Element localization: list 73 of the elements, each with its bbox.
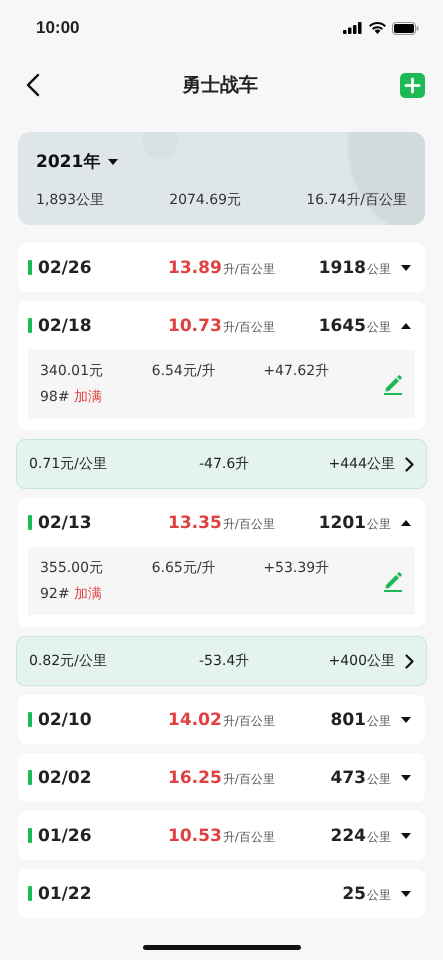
record-date: 02/02 (38, 768, 92, 788)
page-title: 勇士战车 (182, 73, 258, 98)
distance-change: +444公里 (328, 455, 395, 473)
expand-caret-icon[interactable] (401, 774, 411, 780)
battery-icon (392, 22, 419, 34)
year-selector[interactable]: 2021年 (36, 150, 118, 173)
chevron-right-icon[interactable] (405, 456, 414, 472)
fill-cost: 340.01元 (40, 362, 104, 380)
record-date: 01/26 (38, 826, 92, 846)
odometer-reading: 224公里 (330, 826, 391, 846)
fuel-price: 6.65元/升 (152, 559, 217, 577)
record-date: 02/26 (38, 258, 92, 278)
record-card[interactable]: 02/10 14.02 升/百公里 801公里 (18, 695, 425, 744)
chevron-right-icon[interactable] (405, 654, 414, 668)
fuel-change: -47.6升 (198, 455, 250, 473)
fuel-change: -53.4升 (198, 652, 250, 670)
interval-summary[interactable]: 0.82元/公里 -53.4升 +400公里 (16, 636, 427, 686)
record-card[interactable]: 01/26 10.53 升/百公里 224公里 (18, 811, 425, 860)
expand-caret-icon[interactable] (401, 832, 411, 838)
record-card[interactable]: 02/26 13.89 升/百公里 1918公里 (18, 243, 425, 292)
fuel-volume: +53.39升 (263, 559, 330, 577)
fill-tag: 加满 (74, 586, 102, 602)
fuel-consumption: 13.89 升/百公里 (168, 258, 275, 276)
fuel-consumption: 13.35 升/百公里 (168, 512, 275, 532)
dropdown-caret-icon (108, 158, 118, 164)
record-card[interactable]: 02/02 16.25 升/百公里 473 公里 (18, 753, 425, 802)
cost-per-km: 0.71元/公里 (29, 455, 108, 473)
cost-per-km: 0.82元/公里 (29, 652, 108, 670)
fuel-consumption: 10.73 升/百公里 (168, 316, 275, 334)
status-time: 10:00 (36, 18, 80, 38)
record-card[interactable]: 02/13 13.35 升/百公里 1201公里 355.00元 6.65元/升 +53.39升 92# 加满 (18, 498, 425, 627)
odometer-reading: 25公里 (342, 884, 391, 904)
record-date: 01/22 (38, 884, 92, 904)
record-date: 02/10 (38, 710, 92, 730)
collapse-caret-icon[interactable] (401, 520, 411, 526)
distance-change: +400公里 (328, 652, 395, 670)
fuel-volume: +47.62升 (263, 362, 330, 380)
record-card[interactable]: 01/22 25公里 (18, 869, 425, 918)
back-icon[interactable] (26, 73, 40, 97)
expand-caret-icon[interactable] (401, 264, 411, 270)
expand-caret-icon[interactable] (401, 716, 411, 722)
collapse-caret-icon[interactable] (401, 322, 411, 328)
expand-caret-icon[interactable] (401, 890, 411, 896)
interval-summary[interactable]: 0.71元/公里 -47.6升 +444公里 (16, 439, 427, 489)
record-date: 02/13 (38, 512, 92, 532)
fuel-consumption: 14.02 升/百公里 (168, 710, 275, 728)
total-cost: 2074.69元 (169, 191, 242, 209)
marker-bar (28, 318, 32, 333)
total-distance: 1,893公里 (36, 191, 104, 209)
fill-cost: 355.00元 (40, 559, 104, 577)
marker-bar (28, 260, 32, 275)
fuel-price: 6.54元/升 (152, 362, 217, 380)
odometer-reading: 801公里 (330, 710, 391, 730)
add-icon[interactable] (400, 72, 425, 98)
signal-icon (343, 22, 363, 34)
marker-bar (28, 886, 32, 901)
marker-bar (28, 770, 32, 785)
record-card[interactable]: 02/18 10.73 升/百公里 1645公里 340.01元 6.54元/升 +47.62升 98# 加满 (18, 301, 425, 430)
wifi-icon (369, 22, 386, 34)
fuel-consumption: 16.25 升/百公里 (168, 768, 275, 786)
average-consumption: 16.74升/百公里 (306, 191, 407, 209)
odometer-reading: 1201公里 (318, 512, 391, 532)
odometer-reading: 473 公里 (330, 768, 391, 788)
odometer-reading: 1918公里 (318, 258, 391, 278)
record-date: 02/18 (38, 316, 92, 336)
fuel-consumption: 10.53 升/百公里 (168, 826, 275, 844)
fuel-grade: 92# (40, 586, 70, 602)
fill-tag: 加满 (74, 389, 102, 405)
marker-bar (28, 828, 32, 843)
marker-bar (28, 712, 32, 727)
odometer-reading: 1645公里 (318, 316, 391, 336)
marker-bar (28, 515, 32, 530)
fuel-grade: 98# (40, 389, 70, 405)
